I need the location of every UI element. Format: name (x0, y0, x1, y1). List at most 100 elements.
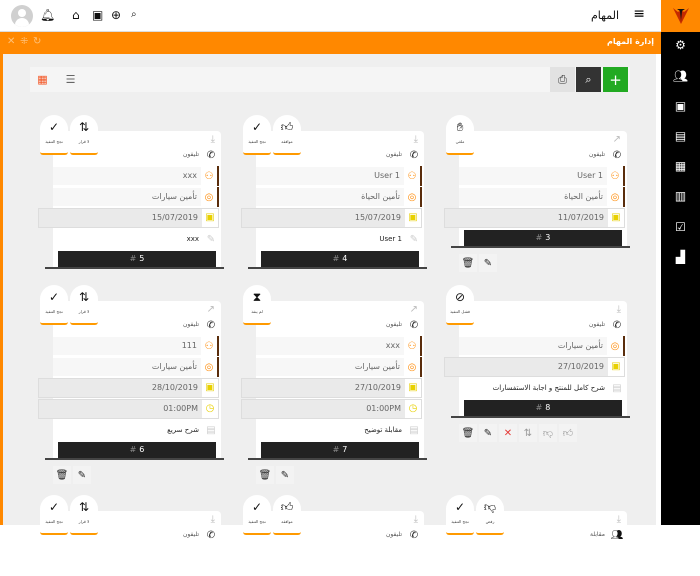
save-icon[interactable]: ▣ (92, 8, 103, 22)
search-icon[interactable]: ⌕ (131, 8, 137, 22)
bell-icon[interactable]: 🔔︎ (40, 8, 55, 22)
status-label: نجح التنفيذ (45, 519, 63, 524)
print-button[interactable]: ⎙ (550, 67, 575, 92)
settings-icon[interactable]: ⚙ (661, 38, 700, 52)
status-badge[interactable]: ✓ نجح التنفيذ (40, 115, 68, 155)
close-icon[interactable]: ✕ (7, 36, 15, 47)
status-badge[interactable]: ⇅ لا قرار (70, 495, 98, 535)
chart-icon[interactable]: ▟ (661, 250, 700, 264)
task-number: 7 (342, 445, 348, 454)
company-icon[interactable]: ▦ (661, 159, 700, 173)
status-label: نجح التنفيذ (45, 139, 63, 144)
logo[interactable] (661, 0, 700, 32)
task-number: 5 (139, 254, 145, 263)
check-icon: ✓ (251, 500, 263, 514)
edit-button[interactable]: ✎ (479, 424, 497, 442)
status-badge[interactable]: ⊘ فشل التنفيذ (446, 285, 474, 325)
note-row: ▤ مقابلة توضيح (256, 420, 422, 440)
user-text: xxx (256, 337, 404, 355)
delete-button[interactable]: 🗑︎ (53, 466, 71, 484)
grid-view-button[interactable]: ▦ (30, 67, 55, 92)
status-badge[interactable]: ⇅ لا قرار (70, 115, 98, 155)
download-icon[interactable]: ⤓ (211, 514, 215, 525)
delete-button[interactable]: 🗑︎ (256, 466, 274, 484)
type-row: ✆ تليفون (459, 145, 625, 165)
user-assigned-icon: ⚇ (610, 170, 620, 182)
panel-header: ✕ ⁜ ↻ إدارة المهام (0, 32, 661, 54)
status-badge[interactable]: ✓ نجح التنفيذ (446, 495, 474, 535)
download-icon[interactable]: ⤓ (414, 134, 418, 145)
phone-icon: ✆ (206, 529, 216, 541)
time-row: ◷ 01:00PM (241, 399, 422, 419)
open-arrow-icon[interactable]: ↗ (613, 134, 621, 145)
calendar-icon: ▣ (405, 379, 421, 397)
status-badge[interactable]: ✓ نجح التنفيذ (40, 285, 68, 325)
phone-icon: ✆ (206, 149, 216, 161)
open-arrow-icon[interactable]: ↗ (410, 304, 418, 315)
card-body[interactable]: ⤓ ✆ تليفون ◎ تأمين سيارات ▣ 27/10/2019 ▤ شرح كام… (444, 301, 630, 418)
status-badge[interactable]: 👍︎ موافقة (273, 115, 301, 155)
download-icon[interactable]: ⤓ (617, 304, 621, 315)
add-button[interactable]: + (603, 67, 628, 92)
note-row: ▤ شرح كامل للمنتج و اجابة الاستفسارات (459, 378, 625, 398)
task-number-bar: #8 (464, 400, 622, 416)
calendar-icon: ▣ (202, 209, 218, 227)
list-view-button[interactable]: ☰ (58, 67, 83, 92)
globe-icon[interactable]: ⊕ (111, 8, 121, 22)
search-button[interactable]: ⌕ (576, 67, 601, 92)
refresh-icon[interactable]: ↻ (33, 36, 41, 47)
edit-button[interactable]: ✎ (73, 466, 91, 484)
status-label: رفض (485, 519, 495, 524)
open-arrow-icon[interactable]: ↗ (207, 304, 215, 315)
status-badge[interactable]: ⇅ لا قرار (70, 285, 98, 325)
status-badge[interactable]: ✓ نجح التنفيذ (243, 495, 271, 535)
edit-button[interactable]: ✎ (479, 254, 497, 272)
cancel-button[interactable]: ✕ (499, 424, 517, 442)
status-badge[interactable]: ✓ نجح التنفيذ (243, 115, 271, 155)
status-badge[interactable]: ✓ نجح التنفيذ (40, 495, 68, 535)
avatar[interactable] (11, 5, 33, 27)
status-badge[interactable]: ✋︎ ملغي (446, 115, 474, 155)
card-body[interactable]: ↗ ✆ تليفون ⚇ User 1 ◎ تأمين الحياة ▣ 11/07/2019 #… (444, 131, 630, 248)
card-body[interactable]: ↗ ✆ تليفون ⚇ xxx ◎ تأمين سيارات ▣ 27/10/2019 ◷ 01:… (241, 301, 427, 460)
status-badge[interactable]: 👎︎ رفض (476, 495, 504, 535)
date-text: 28/10/2019 (151, 383, 198, 392)
date-text: 27/10/2019 (557, 362, 604, 371)
user-row: ⚇ xxx (53, 166, 219, 186)
contact-folder-icon[interactable]: ▤ (661, 129, 700, 143)
time-row: ◷ 01:00PM (38, 399, 219, 419)
note-text: مقابلة توضيح (364, 426, 402, 434)
home-icon[interactable]: ⌂ (72, 8, 80, 22)
user-assigned-icon: ⚇ (407, 170, 417, 182)
clipboard-icon[interactable]: ▥ (661, 189, 700, 203)
type-text: تليفون (588, 151, 605, 158)
type-row: ✆ تليفون (256, 315, 422, 335)
edit-button[interactable]: ✎ (276, 466, 294, 484)
user-assigned-icon: ⚇ (204, 340, 214, 352)
calendar-check-icon[interactable]: ☑ (661, 220, 700, 234)
download-icon[interactable]: ⤓ (414, 514, 418, 525)
phone-icon: ✆ (409, 319, 419, 331)
task-number-bar: #7 (261, 442, 419, 458)
collapse-icon[interactable]: ⁜ (20, 36, 28, 47)
like-button[interactable]: 👍︎ (559, 424, 577, 442)
type-row: ✆ تليفون (459, 315, 625, 335)
dislike-button[interactable]: 👎︎ (539, 424, 557, 442)
archive-icon[interactable]: ▣ (661, 99, 700, 113)
delete-button[interactable]: 🗑︎ (459, 424, 477, 442)
calendar-icon: ▣ (608, 209, 624, 227)
menu-icon[interactable]: ≡ (633, 6, 645, 22)
download-icon[interactable]: ⤓ (617, 514, 621, 525)
hash-icon: # (129, 254, 137, 263)
download-icon[interactable]: ⤓ (211, 134, 215, 145)
status-badge[interactable]: 👍︎ موافقة (273, 495, 301, 535)
status-badge[interactable]: ⧗ لم ينفذ (243, 285, 271, 325)
mixed-button[interactable]: ⇅ (519, 424, 537, 442)
user-row: ⚇ 111 (53, 336, 219, 356)
mixed-icon: ⇅ (78, 120, 90, 134)
user-text: User 1 (459, 167, 607, 185)
task-number: 6 (139, 445, 145, 454)
users-icon[interactable]: 👥︎ (661, 69, 700, 83)
delete-button[interactable]: 🗑︎ (459, 254, 477, 272)
